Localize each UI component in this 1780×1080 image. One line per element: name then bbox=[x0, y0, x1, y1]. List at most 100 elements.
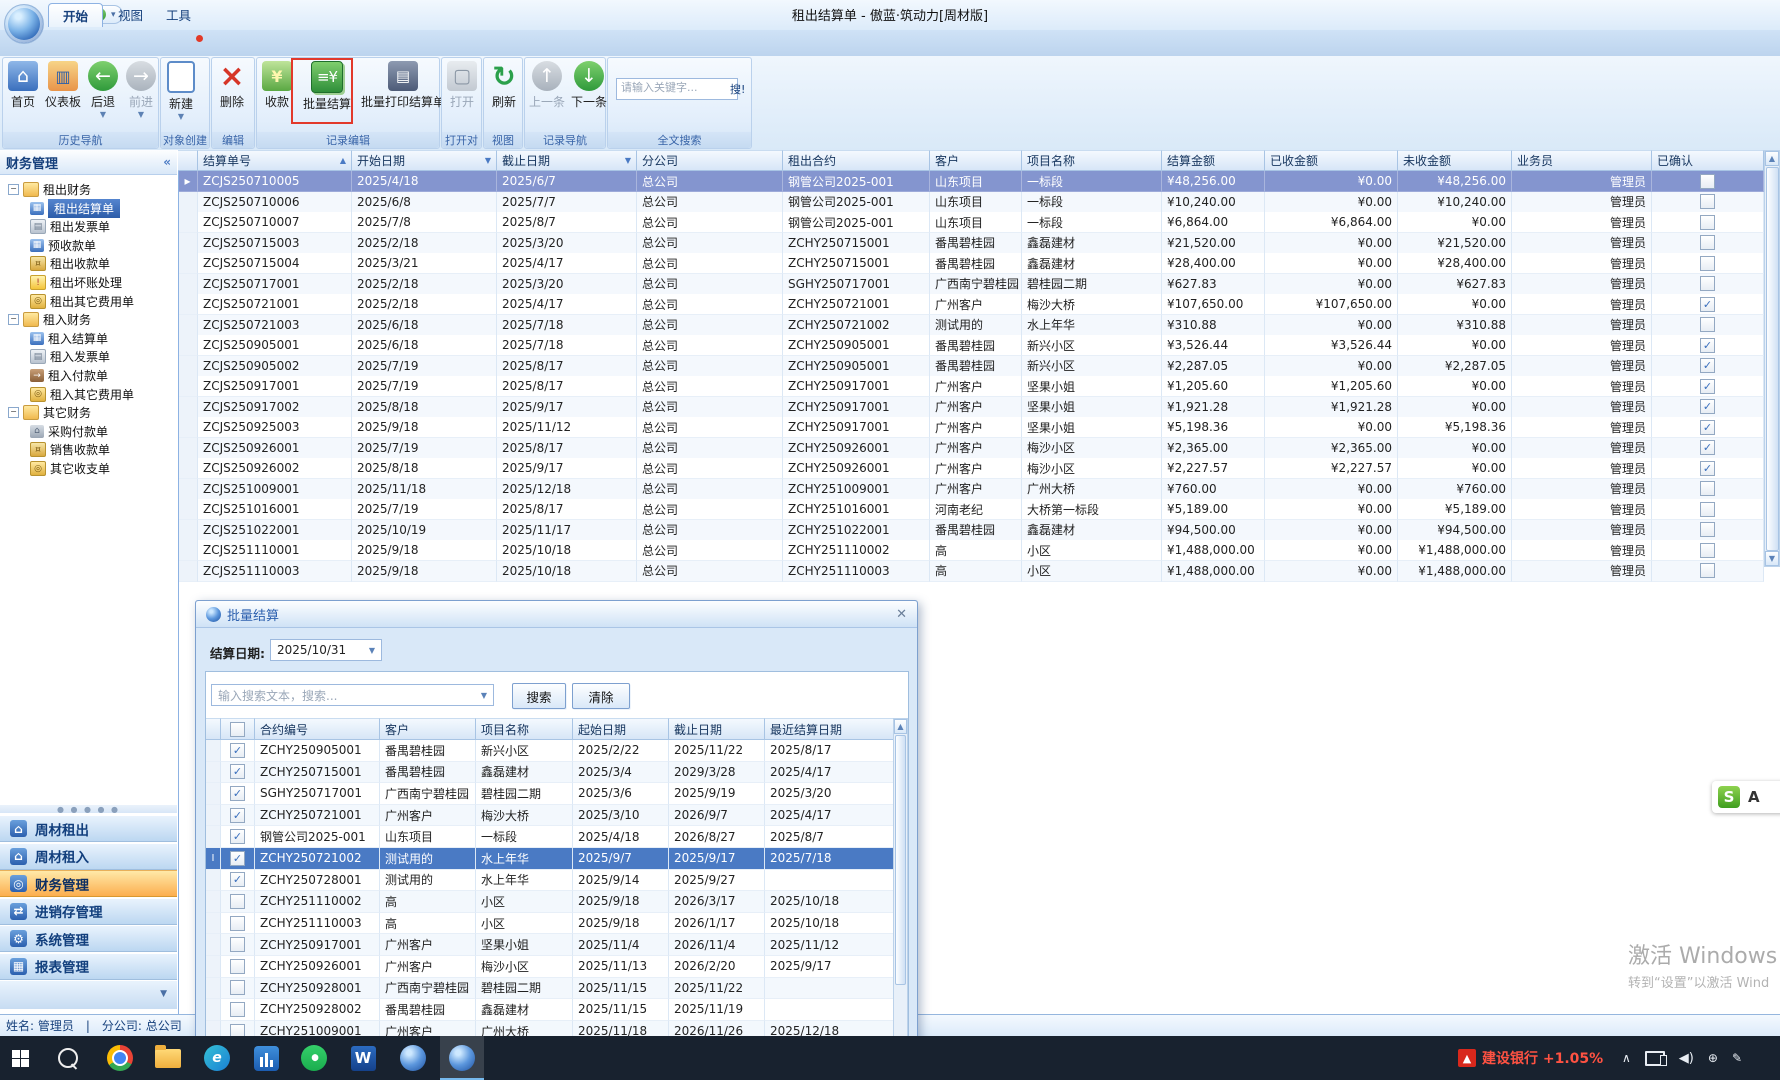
sidebar-item-租入其它费用单[interactable]: ◎租入其它费用单 bbox=[0, 385, 207, 404]
table-row[interactable]: ZCJS2509170022025/8/182025/9/17总公司ZCHY25… bbox=[178, 397, 1764, 418]
sort-asc-icon[interactable]: ▲ bbox=[340, 156, 346, 165]
contract-select-checkbox[interactable] bbox=[230, 959, 245, 974]
ribbon-button-下一条[interactable]: ↓下一条 bbox=[569, 61, 609, 110]
table-row[interactable]: ZCJS2509250032025/9/182025/11/12总公司ZCHY2… bbox=[178, 417, 1764, 438]
dialog-table-row[interactable]: ZCHY251110003高小区2025/9/182026/1/172025/1… bbox=[206, 913, 905, 935]
dialog-scrollbar[interactable]: ▲ ▼ bbox=[893, 718, 908, 1060]
ribbon-button-仪表板[interactable]: ▥仪表板 bbox=[43, 61, 83, 110]
contract-select-checkbox[interactable] bbox=[230, 980, 245, 995]
sidebar-item-租出财务[interactable]: −租出财务 bbox=[0, 180, 185, 199]
contract-search-input[interactable]: 输入搜索文本，搜索... ▼ bbox=[211, 684, 494, 706]
word-icon[interactable]: W bbox=[341, 1036, 385, 1080]
table-row[interactable]: ZCJS2510220012025/10/192025/11/17总公司ZCHY… bbox=[178, 520, 1764, 541]
confirmed-checkbox[interactable] bbox=[1700, 461, 1715, 476]
sidebar-item-租出结算单[interactable]: ▦租出结算单 bbox=[0, 199, 207, 218]
input-method-widget[interactable]: S A bbox=[1712, 781, 1780, 813]
ribbon-button-后退[interactable]: ←后退▼ bbox=[85, 61, 121, 117]
search-button[interactable]: 搜索 bbox=[512, 683, 566, 709]
table-row[interactable]: ZCJS2509170012025/7/192025/8/17总公司ZCHY25… bbox=[178, 376, 1764, 397]
sidebar-item-租入发票单[interactable]: ▤租入发票单 bbox=[0, 347, 207, 366]
filter-icon[interactable]: ▼ bbox=[625, 156, 631, 165]
dialog-table-row[interactable]: ZCHY250928001广西南宁碧桂园碧桂园二期2025/11/152025/… bbox=[206, 978, 905, 1000]
dialog-column-header-起始日期[interactable]: 起始日期 bbox=[573, 718, 669, 740]
sidebar-item-其它财务[interactable]: −其它财务 bbox=[0, 403, 185, 422]
select-all-checkbox[interactable] bbox=[230, 722, 245, 737]
dialog-table-row[interactable]: ZCHY250928002番禺碧桂园鑫磊建材2025/11/152025/11/… bbox=[206, 999, 905, 1021]
contract-select-checkbox[interactable] bbox=[230, 829, 245, 844]
table-row[interactable]: ▸ZCJS2507100052025/4/182025/6/7总公司钢管公司20… bbox=[178, 171, 1764, 192]
column-header-结算单号[interactable]: 结算单号▲ bbox=[198, 150, 352, 171]
dialog-table-row[interactable]: ZCHY250728001测试用的水上年华2025/9/142025/9/27 bbox=[206, 870, 905, 892]
network-icon[interactable]: ⊕ bbox=[1708, 1051, 1718, 1065]
ribbon-button-新建[interactable]: 新建▼ bbox=[163, 61, 199, 119]
sidebar-item-租入结算单[interactable]: ▦租入结算单 bbox=[0, 329, 207, 348]
contract-select-checkbox[interactable] bbox=[230, 851, 245, 866]
confirmed-checkbox[interactable] bbox=[1700, 358, 1715, 373]
table-row[interactable]: ZCJS2509260022025/8/182025/9/17总公司ZCHY25… bbox=[178, 458, 1764, 479]
sidebar-item-租出收款单[interactable]: ¤租出收款单 bbox=[0, 254, 207, 273]
tray-expand-icon[interactable]: ∧ bbox=[1622, 1051, 1631, 1065]
dialog-column-header-最近结算日期[interactable]: 最近结算日期 bbox=[765, 718, 905, 740]
dialog-table-row[interactable]: SGHY250717001广西南宁碧桂园碧桂园二期2025/3/62025/9/… bbox=[206, 783, 905, 805]
column-header-租出合约[interactable]: 租出合约 bbox=[783, 150, 930, 171]
column-header-已确认[interactable]: 已确认 bbox=[1652, 150, 1764, 171]
filter-icon[interactable]: ▼ bbox=[485, 156, 491, 165]
table-scrollbar[interactable]: ▲ ▼ bbox=[1764, 150, 1780, 567]
dialog-scroll-thumb[interactable] bbox=[895, 735, 906, 985]
table-row[interactable]: ZCJS2507150042025/3/212025/4/17总公司ZCHY25… bbox=[178, 253, 1764, 274]
settle-date-combobox[interactable]: 2025/10/31 ▼ bbox=[270, 639, 382, 661]
dialog-table-row[interactable]: ZCHY250917001广州客户坚果小姐2025/11/42026/11/42… bbox=[206, 934, 905, 956]
tab-view[interactable]: 视图 bbox=[104, 3, 157, 26]
confirmed-checkbox[interactable] bbox=[1700, 194, 1715, 209]
confirmed-checkbox[interactable] bbox=[1700, 563, 1715, 578]
dialog-table-row[interactable]: ZCHY250721001广州客户梅沙大桥2025/3/102026/9/720… bbox=[206, 805, 905, 827]
confirmed-checkbox[interactable] bbox=[1700, 420, 1715, 435]
sidebar-item-租出其它费用单[interactable]: ◎租出其它费用单 bbox=[0, 292, 207, 311]
sidebar-nav-进销存管理[interactable]: ⇄进销存管理 bbox=[0, 898, 177, 925]
search-dropdown-icon[interactable]: ▼ bbox=[481, 691, 487, 700]
dialog-close-icon[interactable]: ✕ bbox=[896, 607, 907, 622]
taskbar-search-icon[interactable] bbox=[46, 1036, 90, 1080]
chrome-icon[interactable] bbox=[98, 1036, 142, 1080]
dialog-table-row[interactable]: 钢管公司2025-001山东项目一标段2025/4/182026/8/27202… bbox=[206, 826, 905, 848]
explorer-icon[interactable] bbox=[146, 1036, 190, 1080]
keyword-search-input[interactable]: 请输入关键字... bbox=[616, 78, 738, 100]
table-row[interactable]: ZCJS2509050012025/6/182025/7/18总公司ZCHY25… bbox=[178, 335, 1764, 356]
wechat-icon[interactable] bbox=[292, 1036, 336, 1080]
column-header-开始日期[interactable]: 开始日期▼ bbox=[352, 150, 497, 171]
confirmed-checkbox[interactable] bbox=[1700, 379, 1715, 394]
table-row[interactable]: ZCJS2507210012025/2/182025/4/17总公司ZCHY25… bbox=[178, 294, 1764, 315]
contract-select-checkbox[interactable] bbox=[230, 786, 245, 801]
dialog-table-row[interactable]: ZCHY250715001番禺碧桂园鑫磊建材2025/3/42029/3/282… bbox=[206, 762, 905, 784]
sidebar-item-销售收款单[interactable]: ¤销售收款单 bbox=[0, 440, 207, 459]
table-row[interactable]: ZCJS2511100012025/9/182025/10/18总公司ZCHY2… bbox=[178, 540, 1764, 561]
table-row[interactable]: ZCJS2507170012025/2/182025/3/20总公司SGHY25… bbox=[178, 274, 1764, 295]
column-header-业务员[interactable]: 业务员 bbox=[1512, 150, 1652, 171]
sogou-icon[interactable]: S bbox=[1718, 786, 1740, 808]
dialog-column-header-客户[interactable]: 客户 bbox=[380, 718, 476, 740]
sidebar-item-租出坏账处理[interactable]: !租出坏账处理 bbox=[0, 273, 207, 292]
confirmed-checkbox[interactable] bbox=[1700, 215, 1715, 230]
contract-select-checkbox[interactable] bbox=[230, 916, 245, 931]
keyword-search-button[interactable]: 搜! bbox=[730, 78, 745, 100]
tab-start[interactable]: 开始 bbox=[48, 3, 103, 27]
confirmed-checkbox[interactable] bbox=[1700, 338, 1715, 353]
dialog-table-row[interactable]: ZCHY250926001广州客户梅沙小区2025/11/132026/2/20… bbox=[206, 956, 905, 978]
confirmed-checkbox[interactable] bbox=[1700, 543, 1715, 558]
dialog-scroll-up-icon[interactable]: ▲ bbox=[894, 719, 907, 734]
table-row[interactable]: ZCJS2507100062025/6/82025/7/7总公司钢管公司2025… bbox=[178, 192, 1764, 213]
column-header-项目名称[interactable]: 项目名称 bbox=[1022, 150, 1162, 171]
confirmed-checkbox[interactable] bbox=[1700, 256, 1715, 271]
stock-ticker-widget[interactable]: ▲ 建设银行 +1.05% bbox=[1458, 1036, 1603, 1080]
volume-icon[interactable]: ◀) bbox=[1679, 1051, 1694, 1066]
ribbon-button-收款[interactable]: ¥收款 bbox=[259, 61, 295, 110]
contract-select-checkbox[interactable] bbox=[230, 872, 245, 887]
ribbon-button-删除[interactable]: ×删除 bbox=[214, 61, 250, 110]
sidebar-item-租出发票单[interactable]: ▤租出发票单 bbox=[0, 217, 207, 236]
confirmed-checkbox[interactable] bbox=[1700, 399, 1715, 414]
column-header-已收金额[interactable]: 已收金额 bbox=[1265, 150, 1398, 171]
table-row[interactable]: ZCJS2507210032025/6/182025/7/18总公司ZCHY25… bbox=[178, 315, 1764, 336]
table-row[interactable]: ZCJS2511100032025/9/182025/10/18总公司ZCHY2… bbox=[178, 561, 1764, 582]
contract-select-checkbox[interactable] bbox=[230, 894, 245, 909]
start-icon[interactable] bbox=[0, 1036, 42, 1080]
